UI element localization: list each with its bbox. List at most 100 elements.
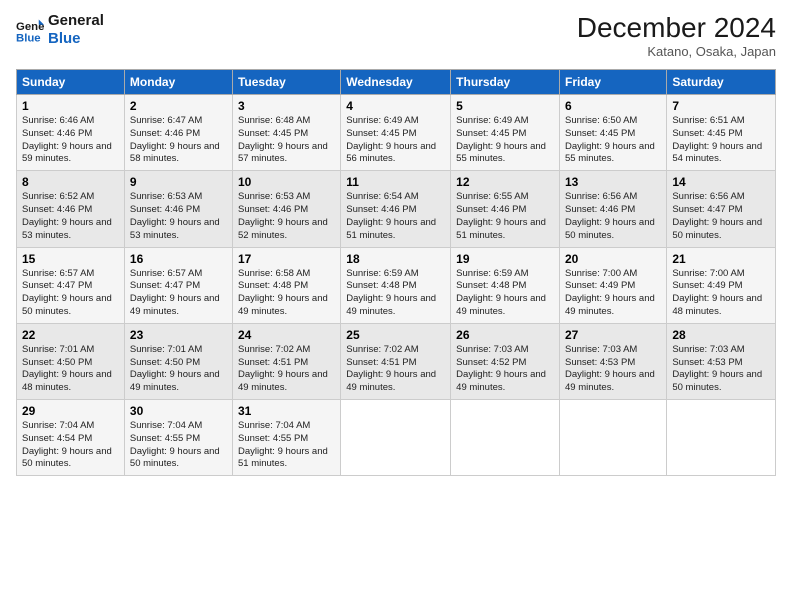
day-details: Sunrise: 6:55 AMSunset: 4:46 PMDaylight:… [456,191,554,242]
day-details: Sunrise: 7:00 AMSunset: 4:49 PMDaylight:… [565,268,661,319]
day-number: 5 [456,99,554,113]
table-row: 28 Sunrise: 7:03 AMSunset: 4:53 PMDayligh… [667,323,776,399]
table-row: 1 Sunrise: 6:46 AMSunset: 4:46 PMDaylight… [17,95,125,171]
day-details: Sunrise: 7:03 AMSunset: 4:53 PMDaylight:… [672,344,770,395]
day-details: Sunrise: 7:01 AMSunset: 4:50 PMDaylight:… [130,344,227,395]
day-details: Sunrise: 6:58 AMSunset: 4:48 PMDaylight:… [238,268,335,319]
day-number: 13 [565,175,661,189]
col-wednesday: Wednesday [341,70,451,95]
table-row: 21Sunrise: 7:00 AMSunset: 4:49 PMDayligh… [667,247,776,323]
calendar-table: Sunday Monday Tuesday Wednesday Thursday… [16,69,776,476]
table-row: 14Sunrise: 6:56 AMSunset: 4:47 PMDayligh… [667,171,776,247]
table-row: 11 Sunrise: 6:54 AMSunset: 4:46 PMDayligh… [341,171,451,247]
day-details: Sunrise: 6:54 AMSunset: 4:46 PMDaylight:… [346,191,445,242]
logo: General Blue General Blue [16,12,104,48]
day-details: Sunrise: 6:59 AMSunset: 4:48 PMDaylight:… [346,268,445,319]
col-monday: Monday [124,70,232,95]
table-row: 22Sunrise: 7:01 AMSunset: 4:50 PMDayligh… [17,323,125,399]
day-details: Sunrise: 6:49 AMSunset: 4:45 PMDaylight:… [456,115,554,166]
day-number: 2 [130,99,227,113]
day-number: 21 [672,252,770,266]
day-details: Sunrise: 7:01 AMSunset: 4:50 PMDaylight:… [22,344,119,395]
svg-text:Blue: Blue [16,32,41,44]
day-details: Sunrise: 6:52 AMSunset: 4:46 PMDaylight:… [22,191,119,242]
table-row: 26Sunrise: 7:03 AMSunset: 4:52 PMDayligh… [451,323,560,399]
col-sunday: Sunday [17,70,125,95]
table-row: 7 Sunrise: 6:51 AMSunset: 4:45 PMDaylight… [667,95,776,171]
day-number: 24 [238,328,335,342]
day-number: 28 [672,328,770,342]
table-row: 24 Sunrise: 7:02 AMSunset: 4:51 PMDayligh… [232,323,340,399]
day-details: Sunrise: 6:53 AMSunset: 4:46 PMDaylight:… [130,191,227,242]
day-details: Sunrise: 6:57 AMSunset: 4:47 PMDaylight:… [130,268,227,319]
day-number: 11 [346,175,445,189]
table-row: 19 Sunrise: 6:59 AMSunset: 4:48 PMDayligh… [451,247,560,323]
table-row [560,400,667,476]
table-row: 9 Sunrise: 6:53 AMSunset: 4:46 PMDaylight… [124,171,232,247]
day-number: 19 [456,252,554,266]
day-number: 23 [130,328,227,342]
day-details: Sunrise: 6:56 AMSunset: 4:47 PMDaylight:… [672,191,770,242]
day-number: 9 [130,175,227,189]
col-saturday: Saturday [667,70,776,95]
table-row: 15Sunrise: 6:57 AMSunset: 4:47 PMDayligh… [17,247,125,323]
table-row: 8Sunrise: 6:52 AMSunset: 4:46 PMDaylight… [17,171,125,247]
day-number: 29 [22,404,119,418]
day-details: Sunrise: 6:48 AMSunset: 4:45 PMDaylight:… [238,115,335,166]
day-details: Sunrise: 6:59 AMSunset: 4:48 PMDaylight:… [456,268,554,319]
table-row [451,400,560,476]
day-details: Sunrise: 6:47 AMSunset: 4:46 PMDaylight:… [130,115,227,166]
table-row: 10 Sunrise: 6:53 AMSunset: 4:46 PMDayligh… [232,171,340,247]
calendar-body: 1 Sunrise: 6:46 AMSunset: 4:46 PMDaylight… [17,95,776,476]
table-row: 13 Sunrise: 6:56 AMSunset: 4:46 PMDayligh… [560,171,667,247]
day-details: Sunrise: 7:02 AMSunset: 4:51 PMDaylight:… [346,344,445,395]
col-tuesday: Tuesday [232,70,340,95]
day-details: Sunrise: 6:53 AMSunset: 4:46 PMDaylight:… [238,191,335,242]
logo-blue: Blue [48,30,104,48]
table-row: 12Sunrise: 6:55 AMSunset: 4:46 PMDayligh… [451,171,560,247]
table-row: 3 Sunrise: 6:48 AMSunset: 4:45 PMDaylight… [232,95,340,171]
day-details: Sunrise: 7:02 AMSunset: 4:51 PMDaylight:… [238,344,335,395]
month-title: December 2024 [577,12,776,44]
page-container: General Blue General Blue December 2024 … [0,0,792,484]
table-row: 31Sunrise: 7:04 AMSunset: 4:55 PMDayligh… [232,400,340,476]
logo-icon: General Blue [16,16,44,44]
table-row: 18 Sunrise: 6:59 AMSunset: 4:48 PMDayligh… [341,247,451,323]
calendar-week-4: 22Sunrise: 7:01 AMSunset: 4:50 PMDayligh… [17,323,776,399]
table-row: 23 Sunrise: 7:01 AMSunset: 4:50 PMDayligh… [124,323,232,399]
day-number: 3 [238,99,335,113]
day-details: Sunrise: 7:03 AMSunset: 4:53 PMDaylight:… [565,344,661,395]
calendar-week-2: 8Sunrise: 6:52 AMSunset: 4:46 PMDaylight… [17,171,776,247]
day-number: 1 [22,99,119,113]
table-row: 6 Sunrise: 6:50 AMSunset: 4:45 PMDaylight… [560,95,667,171]
day-details: Sunrise: 6:50 AMSunset: 4:45 PMDaylight:… [565,115,661,166]
day-number: 15 [22,252,119,266]
day-number: 17 [238,252,335,266]
table-row: 27Sunrise: 7:03 AMSunset: 4:53 PMDayligh… [560,323,667,399]
day-details: Sunrise: 7:04 AMSunset: 4:55 PMDaylight:… [238,420,335,471]
day-details: Sunrise: 7:04 AMSunset: 4:55 PMDaylight:… [130,420,227,471]
day-number: 18 [346,252,445,266]
day-number: 10 [238,175,335,189]
col-thursday: Thursday [451,70,560,95]
day-number: 25 [346,328,445,342]
day-details: Sunrise: 6:51 AMSunset: 4:45 PMDaylight:… [672,115,770,166]
day-number: 26 [456,328,554,342]
header-row: Sunday Monday Tuesday Wednesday Thursday… [17,70,776,95]
day-details: Sunrise: 6:46 AMSunset: 4:46 PMDaylight:… [22,115,119,166]
col-friday: Friday [560,70,667,95]
calendar-week-5: 29Sunrise: 7:04 AMSunset: 4:54 PMDayligh… [17,400,776,476]
table-row: 16 Sunrise: 6:57 AMSunset: 4:47 PMDayligh… [124,247,232,323]
day-number: 20 [565,252,661,266]
location: Katano, Osaka, Japan [577,44,776,59]
table-row: 17 Sunrise: 6:58 AMSunset: 4:48 PMDayligh… [232,247,340,323]
day-number: 7 [672,99,770,113]
logo-general: General [48,12,104,30]
table-row [341,400,451,476]
table-row: 20 Sunrise: 7:00 AMSunset: 4:49 PMDayligh… [560,247,667,323]
table-row: 25 Sunrise: 7:02 AMSunset: 4:51 PMDayligh… [341,323,451,399]
day-details: Sunrise: 6:56 AMSunset: 4:46 PMDaylight:… [565,191,661,242]
day-number: 4 [346,99,445,113]
day-number: 16 [130,252,227,266]
day-number: 6 [565,99,661,113]
